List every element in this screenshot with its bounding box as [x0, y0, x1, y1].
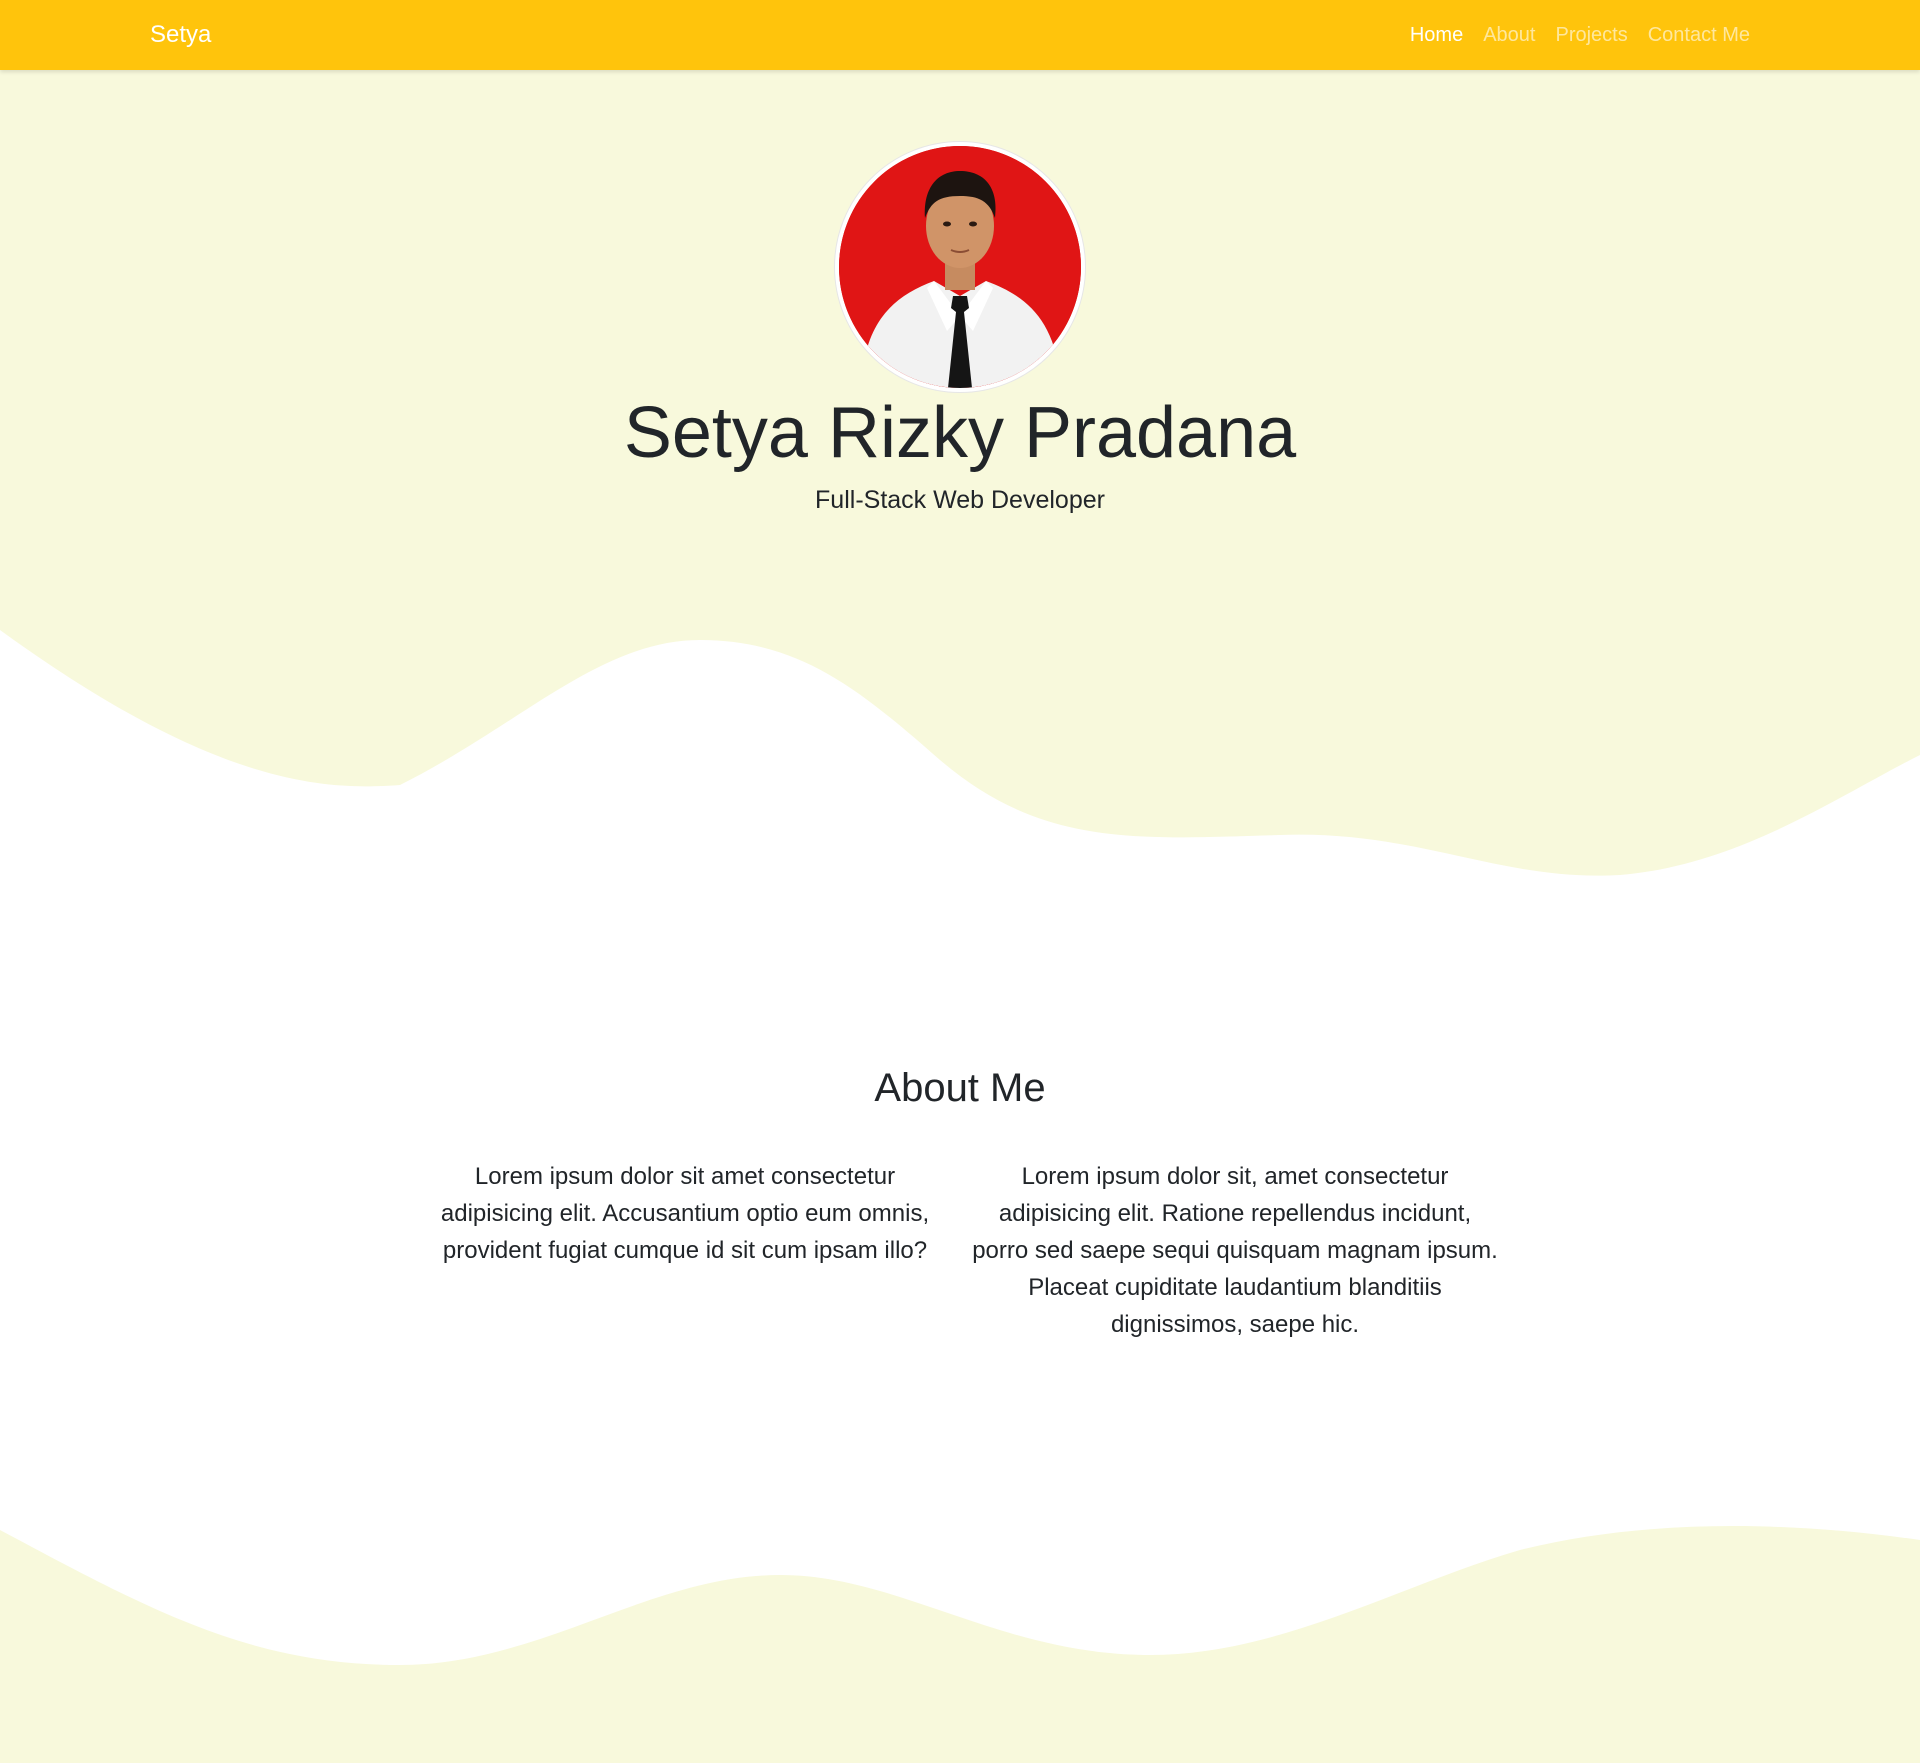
- navbar: Setya Home About Projects Contact Me: [0, 0, 1920, 70]
- hero-subtitle: Full-Stack Web Developer: [815, 486, 1105, 514]
- brand-link[interactable]: Setya: [150, 0, 211, 70]
- about-paragraph-2: Lorem ipsum dolor sit, amet consectetur …: [972, 1163, 1498, 1338]
- nav-links: Home About Projects Contact Me: [1400, 0, 1760, 70]
- nav-link-contact[interactable]: Contact Me: [1638, 24, 1760, 47]
- hero-name: Setya Rizky Pradana: [623, 393, 1297, 473]
- nav-link-about[interactable]: About: [1473, 24, 1545, 47]
- profile-photo: [835, 142, 1085, 392]
- nav-link-home[interactable]: Home: [1400, 24, 1473, 47]
- about-title: About Me: [874, 1066, 1046, 1110]
- nav-link-projects[interactable]: Projects: [1545, 24, 1637, 47]
- about-paragraph-1: Lorem ipsum dolor sit amet consectetur a…: [440, 1163, 930, 1264]
- footer-wave-divider: [0, 1526, 1920, 1705]
- hero-wave-divider: [0, 620, 1920, 876]
- footer-background: [0, 1700, 1920, 1763]
